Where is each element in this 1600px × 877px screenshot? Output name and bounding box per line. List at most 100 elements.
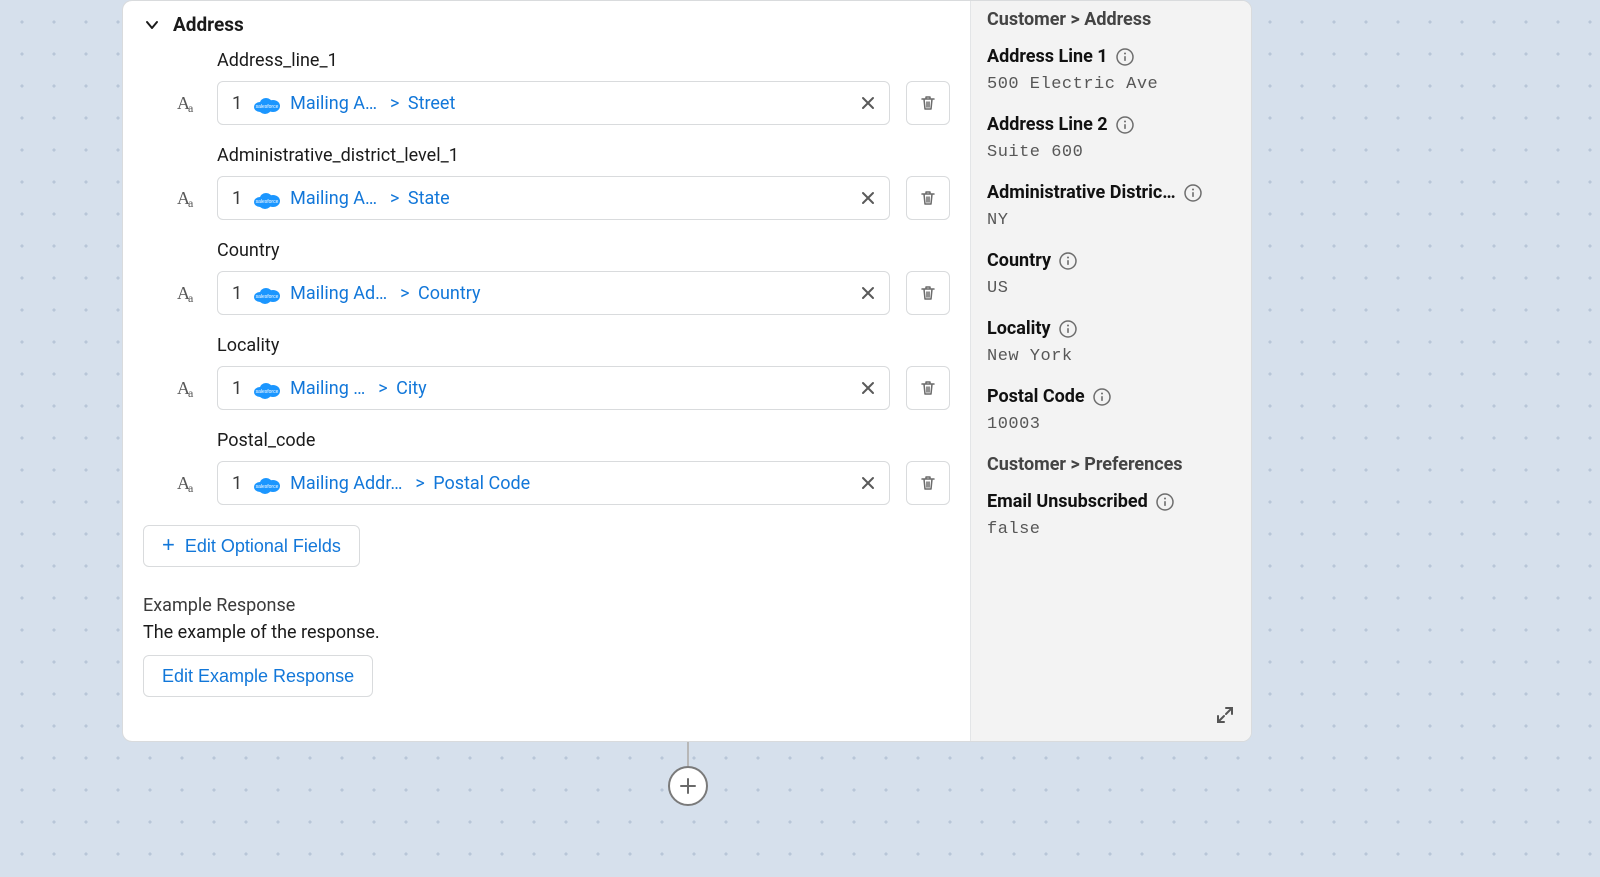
- info-item: Country US: [987, 250, 1231, 298]
- delete-button[interactable]: [906, 461, 950, 505]
- expand-icon[interactable]: [1213, 703, 1237, 727]
- mapping-source: Mailing A…: [290, 93, 377, 114]
- mapping-index: 1: [232, 378, 242, 399]
- delete-button[interactable]: [906, 366, 950, 410]
- field-label: Administrative_district_level_1: [217, 145, 950, 166]
- mapping-index: 1: [232, 283, 242, 304]
- mapping-input[interactable]: 1 salesforce Mailing Addr… > Postal Code: [217, 461, 890, 505]
- mapping-input[interactable]: 1 salesforce Mailing … > City: [217, 366, 890, 410]
- info-value: Suite 600: [987, 143, 1231, 162]
- text-type-icon: Aa: [177, 283, 201, 304]
- breadcrumb-address: Customer > Address: [987, 9, 1231, 30]
- info-value: New York: [987, 347, 1231, 366]
- info-icon[interactable]: [1059, 320, 1077, 338]
- field-label: Postal_code: [217, 430, 950, 451]
- text-type-icon: Aa: [177, 93, 201, 114]
- info-icon[interactable]: [1116, 116, 1134, 134]
- info-value: NY: [987, 211, 1231, 230]
- clear-icon[interactable]: [857, 472, 879, 494]
- right-pane: Customer > Address Address Line 1 500 El…: [970, 1, 1251, 741]
- info-label: Postal Code: [987, 386, 1085, 407]
- field-label: Country: [217, 240, 950, 261]
- svg-text:salesforce: salesforce: [256, 389, 279, 395]
- mapping-target: Country: [418, 283, 481, 304]
- mapping-separator: >: [381, 93, 404, 114]
- mapping-source: Mailing Addr…: [290, 473, 402, 494]
- field-block: Country Aa 1 salesforce Mailing Ad… > Co…: [217, 240, 950, 315]
- info-icon[interactable]: [1116, 48, 1134, 66]
- field-label: Locality: [217, 335, 950, 356]
- info-label: Locality: [987, 318, 1051, 339]
- svg-text:salesforce: salesforce: [256, 294, 279, 300]
- mapping-source: Mailing Ad…: [290, 283, 387, 304]
- edit-optional-label: Edit Optional Fields: [185, 536, 341, 557]
- svg-text:salesforce: salesforce: [256, 104, 279, 110]
- field-block: Locality Aa 1 salesforce Mailing … > Cit…: [217, 335, 950, 410]
- plus-icon: [677, 775, 699, 797]
- section-title: Address: [173, 13, 244, 36]
- add-node-button[interactable]: [668, 766, 708, 806]
- field-row: Aa 1 salesforce Mailing … > City: [177, 366, 950, 410]
- info-icon[interactable]: [1093, 388, 1111, 406]
- left-pane: Address Address_line_1 Aa 1 salesforce M…: [123, 1, 970, 741]
- edit-example-response-button[interactable]: Edit Example Response: [143, 655, 373, 697]
- delete-button[interactable]: [906, 176, 950, 220]
- field-row: Aa 1 salesforce Mailing Addr… > Postal C…: [177, 461, 950, 505]
- example-response-block: Example Response The example of the resp…: [143, 595, 950, 697]
- info-item: Address Line 1 500 Electric Ave: [987, 46, 1231, 94]
- info-item: Administrative Distric… NY: [987, 182, 1231, 230]
- text-type-icon: Aa: [177, 378, 201, 399]
- clear-icon[interactable]: [857, 377, 879, 399]
- field-row: Aa 1 salesforce Mailing A… > Street: [177, 81, 950, 125]
- clear-icon[interactable]: [857, 282, 879, 304]
- text-type-icon: Aa: [177, 188, 201, 209]
- info-icon[interactable]: [1156, 493, 1174, 511]
- mapping-target: State: [408, 188, 450, 209]
- mapping-separator: >: [391, 283, 414, 304]
- mapping-input[interactable]: 1 salesforce Mailing A… > State: [217, 176, 890, 220]
- svg-text:salesforce: salesforce: [256, 484, 279, 490]
- config-card: Address Address_line_1 Aa 1 salesforce M…: [122, 0, 1252, 742]
- breadcrumb-preferences: Customer > Preferences: [987, 454, 1231, 475]
- mapping-input[interactable]: 1 salesforce Mailing Ad… > Country: [217, 271, 890, 315]
- field-row: Aa 1 salesforce Mailing A… > State: [177, 176, 950, 220]
- info-value: false: [987, 520, 1231, 539]
- info-label: Country: [987, 250, 1051, 271]
- clear-icon[interactable]: [857, 92, 879, 114]
- field-block: Postal_code Aa 1 salesforce Mailing Addr…: [217, 430, 950, 505]
- section-header[interactable]: Address: [143, 13, 950, 36]
- info-item: Email Unsubscribed false: [987, 491, 1231, 539]
- mapping-target: City: [396, 378, 427, 399]
- chevron-down-icon: [143, 16, 161, 34]
- info-label: Email Unsubscribed: [987, 491, 1148, 512]
- mapping-target: Street: [408, 93, 456, 114]
- text-type-icon: Aa: [177, 473, 201, 494]
- node-connector: [687, 742, 689, 766]
- svg-text:salesforce: salesforce: [256, 199, 279, 205]
- mapping-target: Postal Code: [433, 473, 530, 494]
- mapping-input[interactable]: 1 salesforce Mailing A… > Street: [217, 81, 890, 125]
- edit-optional-fields-button[interactable]: + Edit Optional Fields: [143, 525, 360, 567]
- info-label: Administrative Distric…: [987, 182, 1176, 203]
- clear-icon[interactable]: [857, 187, 879, 209]
- info-value: 10003: [987, 415, 1231, 434]
- field-label: Address_line_1: [217, 50, 950, 71]
- salesforce-icon: salesforce: [252, 95, 282, 115]
- info-icon[interactable]: [1059, 252, 1077, 270]
- info-item: Postal Code 10003: [987, 386, 1231, 434]
- salesforce-icon: salesforce: [252, 285, 282, 305]
- field-row: Aa 1 salesforce Mailing Ad… > Country: [177, 271, 950, 315]
- info-icon[interactable]: [1184, 184, 1202, 202]
- delete-button[interactable]: [906, 271, 950, 315]
- delete-button[interactable]: [906, 81, 950, 125]
- info-label: Address Line 2: [987, 114, 1108, 135]
- info-label: Address Line 1: [987, 46, 1108, 67]
- example-response-title: Example Response: [143, 595, 950, 616]
- mapping-index: 1: [232, 473, 242, 494]
- field-block: Address_line_1 Aa 1 salesforce Mailing A…: [217, 50, 950, 125]
- info-value: US: [987, 279, 1231, 298]
- mapping-index: 1: [232, 188, 242, 209]
- mapping-source: Mailing …: [290, 378, 365, 399]
- salesforce-icon: salesforce: [252, 475, 282, 495]
- plus-icon: +: [162, 534, 175, 556]
